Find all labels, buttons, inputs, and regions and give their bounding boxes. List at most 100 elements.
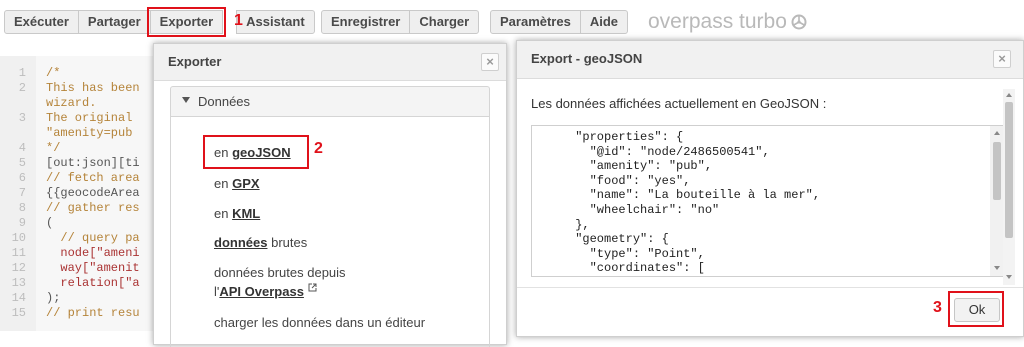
geojson-export-dialog: Export - geoJSON × Les données affichées…: [516, 40, 1024, 337]
external-link-icon: [308, 283, 317, 292]
line-number: 5: [18, 156, 26, 170]
line-code: wizard.: [46, 96, 97, 110]
line-number: 4: [18, 141, 26, 155]
geojson-intro-text: Les données affichées actuellement en Ge…: [531, 96, 827, 111]
geojson-code-line: "name": "La bouteille à la mer",: [532, 188, 821, 203]
data-section-title: Données: [198, 94, 251, 109]
scroll-down-icon[interactable]: [1006, 275, 1012, 279]
line-number: 14: [11, 291, 26, 305]
option-prefix: en: [214, 176, 229, 191]
option-prefix: en: [214, 206, 229, 221]
dialog-scrollbar[interactable]: [1003, 89, 1015, 285]
geojson-code-line: "wheelchair": "no": [532, 203, 720, 217]
geojson-code-line: "amenity": "pub",: [532, 159, 713, 174]
line-number: 3: [18, 111, 26, 125]
collapse-triangle-icon: [182, 97, 190, 103]
line-number: 7: [18, 186, 26, 200]
geojson-code-line: "properties": {: [532, 130, 684, 144]
export-raw-api-link[interactable]: API Overpass: [219, 284, 304, 299]
option-suffix: brutes: [271, 235, 308, 250]
line-number: 12: [11, 261, 26, 275]
export-geojson-link[interactable]: geoJSON: [232, 145, 291, 160]
line-code: [out:json][ti: [46, 156, 140, 170]
line-code: */: [46, 141, 61, 155]
line-code: (: [46, 216, 54, 230]
line-code: // print resu: [46, 306, 140, 320]
logo-wheel-icon: [791, 14, 807, 30]
dialog-footer-divider: [517, 287, 1023, 288]
export-dialog: Exporter × Données en geoJSON 2 en GPX e…: [153, 43, 507, 347]
line-number: 15: [11, 306, 26, 320]
toolbar-group-misc: Paramètres Aide: [490, 10, 628, 34]
export-button[interactable]: Exporter: [146, 7, 227, 37]
export-gpx-option[interactable]: en GPX: [214, 176, 260, 191]
line-number: 8: [18, 201, 26, 215]
code-scroll-thumb[interactable]: [993, 142, 1001, 200]
toolbar: Exécuter Partager Exporter Assistant Enr…: [0, 0, 1024, 42]
line-code: This has been: [46, 81, 140, 95]
app-logo: overpass turbo: [648, 10, 807, 34]
export-gpx-link[interactable]: GPX: [232, 176, 259, 191]
geojson-code-line: "type": "Point",: [532, 246, 705, 261]
ok-highlight: [948, 291, 1004, 327]
line-number: 13: [11, 276, 26, 290]
export-raw-link[interactable]: données: [214, 235, 267, 250]
line-number: 10: [11, 231, 26, 245]
line-code: "amenity=pub: [46, 126, 133, 140]
callout-3: 3: [933, 299, 942, 316]
line-code: {{geocodeArea: [46, 186, 140, 200]
export-dialog-title: Exporter: [168, 54, 222, 69]
load-button[interactable]: Charger: [409, 10, 480, 34]
share-button[interactable]: Partager: [77, 10, 151, 34]
app-title: overpass turbo: [648, 10, 787, 33]
line-code: );: [46, 291, 61, 305]
save-button[interactable]: Enregistrer: [321, 10, 411, 34]
export-geojson-option[interactable]: en geoJSON: [214, 145, 291, 160]
option-prefix: en: [214, 145, 229, 160]
scroll-up-icon[interactable]: [1006, 93, 1012, 97]
line-code: // query pa: [46, 231, 140, 245]
export-raw-api-label: données brutes depuis: [214, 265, 346, 280]
code-scrollbar[interactable]: [990, 126, 1004, 276]
line-number: 1: [18, 66, 26, 80]
callout-2: 2: [314, 140, 323, 157]
line-number: 6: [18, 171, 26, 185]
line-number: 11: [11, 246, 26, 260]
geojson-dialog-title: Export - geoJSON: [531, 51, 643, 66]
wizard-button[interactable]: Assistant: [236, 10, 315, 34]
export-dialog-header: Exporter ×: [154, 44, 506, 81]
line-code: /*: [46, 66, 61, 80]
geojson-code-box[interactable]: "properties": { "@id": "node/2486500541"…: [531, 125, 1005, 277]
geojson-code-line: "food": "yes",: [532, 173, 691, 188]
export-raw-api-option[interactable]: l'API Overpass: [214, 283, 317, 299]
export-kml-link[interactable]: KML: [232, 206, 260, 221]
settings-button[interactable]: Paramètres: [490, 10, 581, 34]
geojson-code-line: "@id": "node/2486500541",: [532, 144, 770, 159]
close-icon[interactable]: ×: [481, 53, 499, 71]
code-editor[interactable]: 1 /* 2 This has been wizard. 3 The original "am…: [0, 56, 160, 331]
run-button[interactable]: Exécuter: [4, 10, 79, 34]
line-number: 2: [18, 81, 26, 95]
line-code: node["ameni: [46, 246, 140, 260]
geojson-code-line: "geometry": {: [532, 232, 669, 247]
callout-1: 1: [234, 12, 243, 29]
geojson-code-line: },: [532, 217, 590, 232]
close-icon[interactable]: ×: [993, 50, 1011, 68]
geojson-code-line: "coordinates": [: [532, 261, 705, 276]
load-in-editor-option[interactable]: charger les données dans un éditeur: [214, 315, 425, 330]
line-code: way["amenit: [46, 261, 140, 275]
line-code: The original: [46, 111, 133, 125]
scroll-up-icon[interactable]: [994, 131, 1000, 135]
line-code: relation["a: [46, 276, 140, 290]
export-kml-option[interactable]: en KML: [214, 206, 260, 221]
scroll-down-icon[interactable]: [994, 266, 1000, 270]
toolbar-group-file: Enregistrer Charger: [321, 10, 480, 34]
data-section-body: en geoJSON 2 en GPX en KML données brute…: [170, 116, 490, 347]
export-raw-option[interactable]: données brutes: [214, 235, 307, 250]
data-section-header[interactable]: Données: [170, 86, 490, 116]
toolbar-group-main: Exécuter Partager Exporter Assistant: [4, 7, 315, 37]
help-button[interactable]: Aide: [579, 10, 628, 34]
line-code: // gather res: [46, 201, 140, 215]
line-code: // fetch area: [46, 171, 140, 185]
dialog-scroll-thumb[interactable]: [1005, 102, 1013, 238]
